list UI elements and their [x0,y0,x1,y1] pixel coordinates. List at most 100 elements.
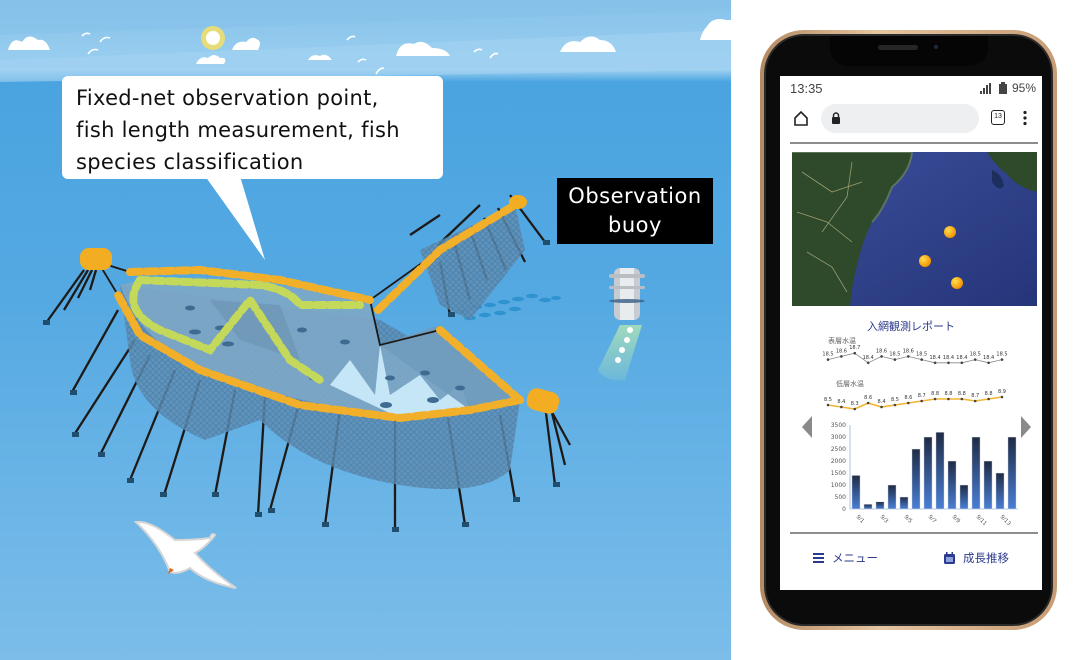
data-label: 18.5 [970,352,981,358]
data-label: 8.7 [971,393,979,399]
growth-trend-button[interactable]: 成長推移 [944,550,1009,566]
camera-icon [934,45,938,49]
data-label: 8.8 [985,391,993,397]
lock-icon [832,112,840,124]
status-time: 13:35 [790,81,823,96]
data-point [960,361,964,365]
data-label: 8.6 [904,395,912,401]
data-point [880,355,883,358]
data-point [1000,395,1004,399]
data-label: 8.4 [878,399,886,405]
menu-button[interactable]: メニュー [813,550,878,566]
growth-trend-label: 成長推移 [963,551,1009,565]
divider [790,142,1038,144]
buoy-label-line: Observation [568,184,702,208]
map-marker[interactable] [919,255,931,267]
data-point [893,358,897,361]
data-point [947,361,950,365]
data-point [880,405,883,409]
x-tick-label: 9/5 [903,514,914,525]
data-point [933,397,937,401]
x-tick-label: 9/9 [951,514,962,525]
bar [995,472,1005,510]
data-point [933,361,937,365]
data-label: 8.5 [891,397,899,403]
address-bar[interactable] [821,104,979,133]
data-point [907,401,910,405]
data-label: 18.4 [983,355,994,361]
data-label: 18.5 [996,352,1007,358]
data-point [866,361,870,365]
bar [947,460,957,510]
bottom-temp-label: 低層水温 [836,379,864,388]
data-label: 8.8 [958,391,966,397]
callout-line: fish length measurement, fish [76,118,400,142]
data-label: 8.8 [931,391,939,397]
callout-pointer [205,176,265,260]
data-label: 8.5 [824,397,832,403]
y-tick-label: 3500 [831,422,846,429]
fixed-net-callout: Fixed-net observation point, fish length… [62,76,443,179]
data-point [907,355,910,358]
speaker-icon [878,45,918,50]
map-marker[interactable] [951,277,963,289]
tabs-icon[interactable]: 13 [991,110,1005,125]
bar [971,436,981,510]
data-point [973,358,977,361]
data-label: 18.4 [863,355,874,361]
data-point [1000,358,1004,361]
more-vert-icon[interactable] [1022,110,1028,126]
phone-notch [830,36,988,66]
callout-line: species classification [76,150,304,174]
bar [863,503,873,510]
data-point [853,351,857,355]
bar [983,460,993,510]
surface-temp-label: 表層水温 [828,336,856,345]
data-label: 8.3 [851,401,859,407]
map-artwork [792,152,1037,306]
bar [935,431,945,510]
data-label: 18.4 [956,355,967,361]
smartphone: 13:35 95% 13 入網観測レポート 表層水温 低層水温 18.5 18.… [760,30,1057,630]
data-point [920,358,923,361]
y-tick-label: 3000 [831,434,846,441]
data-point [893,403,897,407]
observation-buoy-label: Observation buoy [557,178,713,244]
bar [851,475,861,510]
data-label: 18.6 [903,348,914,354]
data-point [866,401,870,405]
data-point [826,403,830,407]
bar [959,484,969,510]
x-tick-label: 9/1 [855,514,866,525]
data-label: 8.6 [864,395,872,401]
battery-icon [998,82,1007,94]
report-title: 入網観測レポート [867,320,955,333]
data-point [840,355,843,358]
home-icon[interactable] [793,110,809,126]
data-label: 8.9 [998,389,1006,395]
status-bar: 13:35 95% [780,76,1042,98]
data-point [947,397,950,401]
bar [923,436,933,510]
y-tick-label: 1000 [831,482,846,489]
data-label: 18.5 [916,352,927,358]
data-label: 8.4 [837,399,845,405]
data-label: 18.6 [876,348,887,354]
x-tick-label: 9/11 [975,514,988,527]
x-tick-label: 9/7 [927,514,938,525]
bar [899,496,909,510]
map-marker[interactable] [944,226,956,238]
hamburger-menu-icon [813,553,824,563]
signal-icon [979,82,991,94]
satellite-map[interactable] [792,152,1037,306]
data-label: 18.5 [889,352,900,358]
menu-label: メニュー [832,551,878,565]
data-label: 18.4 [930,355,941,361]
data-label: 18.5 [822,352,833,358]
phone-screen: 13:35 95% 13 入網観測レポート 表層水温 低層水温 18.5 18.… [780,76,1042,590]
bar [875,501,885,510]
data-point [826,358,830,361]
data-label: 18.4 [943,355,954,361]
x-tick-label: 9/13 [999,514,1012,527]
data-label: 8.7 [918,393,926,399]
